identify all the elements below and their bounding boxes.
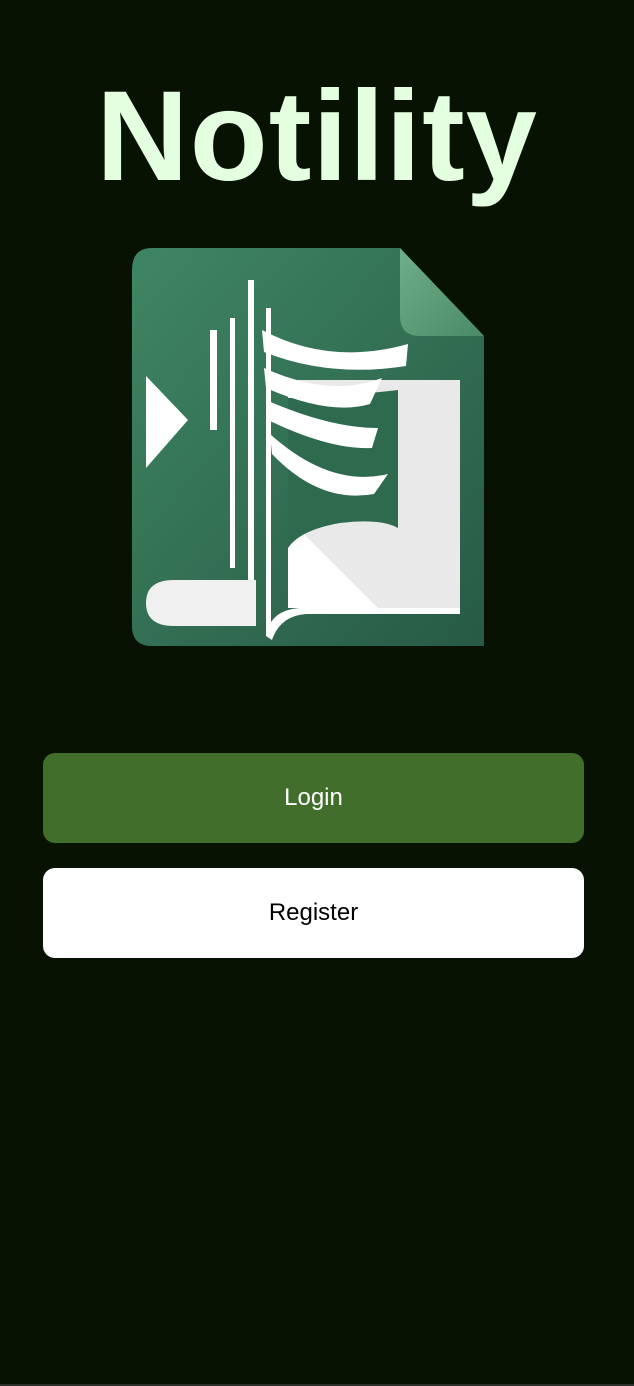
document-book-logo-icon [130,248,486,648]
register-button[interactable]: Register [43,868,584,958]
login-button[interactable]: Login [43,753,584,843]
app-title: Notility [96,65,538,208]
